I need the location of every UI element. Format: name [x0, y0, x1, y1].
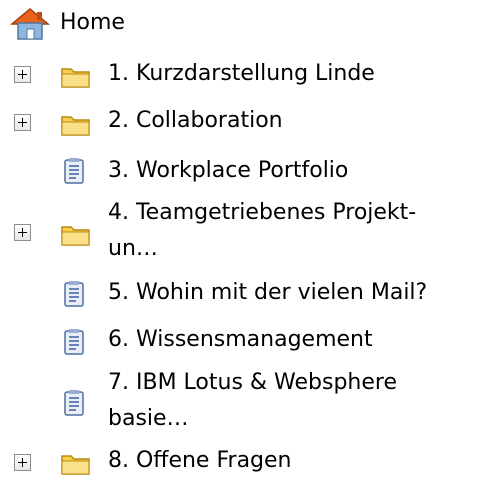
- tree-node-item-1[interactable]: 1. Kurzdarstellung Linde: [0, 58, 503, 90]
- document-icon: [60, 156, 90, 184]
- tree-node-item-6[interactable]: 6. Wissensmanagement: [0, 324, 503, 358]
- tree-node-home[interactable]: Home: [0, 6, 503, 42]
- tree-node-item-8[interactable]: 8. Offene Fragen: [0, 444, 503, 478]
- expand-toggle[interactable]: [14, 224, 31, 241]
- tree-node-item-5[interactable]: 5. Wohin mit der vielen Mail?: [0, 276, 503, 310]
- tree-node-label-line-2: basie…: [108, 406, 189, 431]
- tree-node-label-line-1: 7. IBM Lotus & Websphere: [108, 370, 398, 395]
- tree-node-label: 8. Offene Fragen: [108, 448, 292, 473]
- folder-icon: [60, 220, 90, 248]
- tree-node-item-2[interactable]: 2. Collaboration: [0, 106, 503, 138]
- tree-node-label-line-2: un…: [108, 236, 158, 261]
- folder-icon: [60, 449, 90, 477]
- document-icon: [60, 388, 90, 416]
- tree-node-item-4[interactable]: 4. Teamgetriebenes Projekt- un…: [0, 196, 503, 266]
- folder-icon: [60, 110, 90, 138]
- tree-node-label: Home: [60, 10, 125, 35]
- tree-node-label: 6. Wissensmanagement: [108, 327, 373, 352]
- tree-node-label: 2. Collaboration: [108, 108, 283, 133]
- home-icon: [8, 6, 52, 40]
- folder-icon: [60, 62, 90, 90]
- navigation-tree: Home 1. Kurzdarstellung Linde 2. Collabo…: [0, 0, 503, 481]
- tree-node-item-7[interactable]: 7. IBM Lotus & Websphere basie…: [0, 366, 503, 434]
- tree-node-label: 1. Kurzdarstellung Linde: [108, 61, 375, 86]
- document-icon: [60, 279, 90, 307]
- tree-node-label: 5. Wohin mit der vielen Mail?: [108, 280, 428, 305]
- document-icon: [60, 327, 90, 355]
- tree-node-label-line-1: 4. Teamgetriebenes Projekt-: [108, 200, 417, 225]
- expand-toggle[interactable]: [14, 114, 31, 131]
- tree-node-label: 3. Workplace Portfolio: [108, 158, 349, 183]
- expand-toggle[interactable]: [14, 454, 31, 471]
- expand-toggle[interactable]: [14, 66, 31, 83]
- tree-node-item-3[interactable]: 3. Workplace Portfolio: [0, 154, 503, 188]
